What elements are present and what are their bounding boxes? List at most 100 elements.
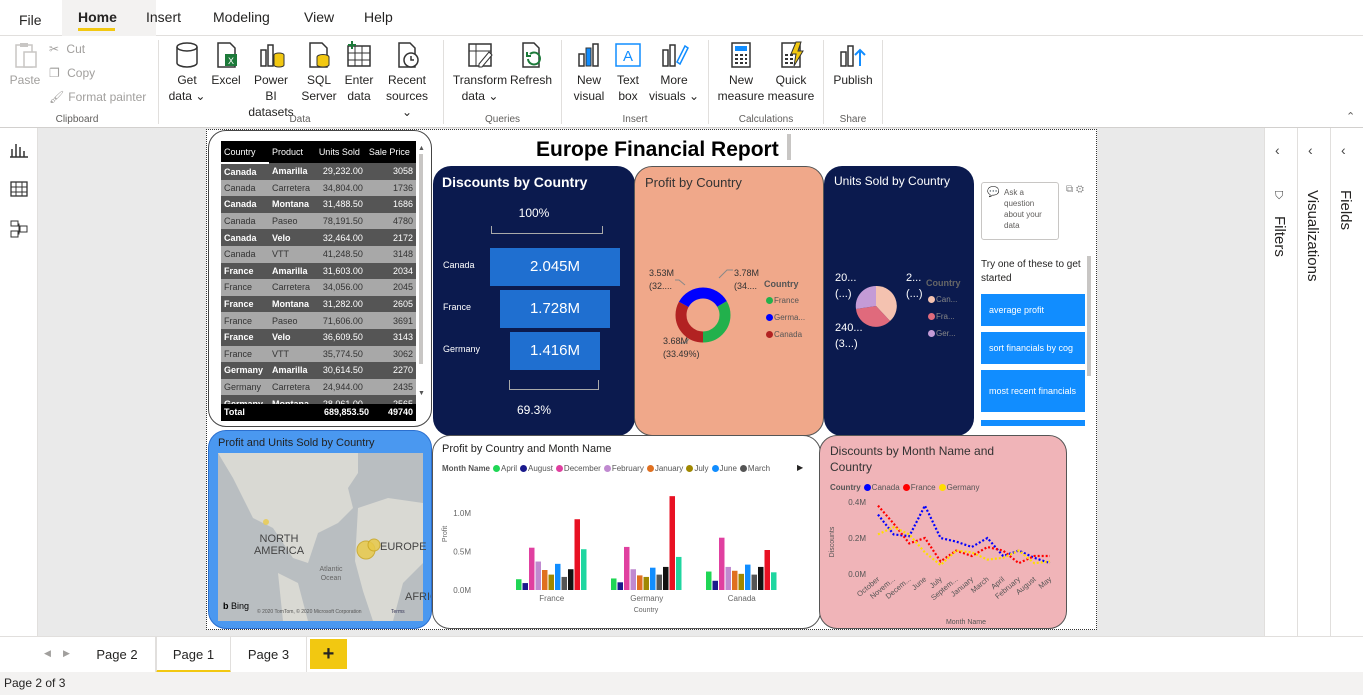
- table-row[interactable]: France Velo 36,609.50 3143: [221, 328, 416, 346]
- page-tab-1[interactable]: Page 1: [156, 637, 231, 673]
- legend-item[interactable]: France: [900, 483, 936, 492]
- table-row[interactable]: Germany Carretera 24,944.00 2435: [221, 378, 416, 396]
- profit-by-country-month-visual[interactable]: Profit by Country and Month Name Month N…: [432, 435, 821, 629]
- bar[interactable]: [764, 550, 771, 590]
- page-tab-2[interactable]: Page 2: [79, 637, 156, 673]
- fields-pane-label[interactable]: Fields: [1337, 190, 1354, 230]
- qa-suggestion-3[interactable]: most recent financials: [981, 370, 1085, 412]
- table-header-cell[interactable]: Country: [221, 141, 269, 164]
- table-header-cell[interactable]: Product: [268, 141, 316, 163]
- sql-server-button[interactable]: SQL Server: [300, 40, 338, 104]
- collapse-ribbon-icon[interactable]: ⌃: [1346, 110, 1355, 123]
- qa-suggestion-4[interactable]: [981, 420, 1085, 426]
- visualizations-pane-label[interactable]: Visualizations: [1304, 190, 1321, 281]
- bar[interactable]: [656, 574, 663, 590]
- transform-data-button[interactable]: Transform data ⌄: [452, 40, 508, 104]
- qa-suggestion-2[interactable]: sort financials by cog: [981, 332, 1085, 364]
- refresh-button[interactable]: Refresh: [510, 40, 552, 88]
- recent-sources-button[interactable]: Recent sources ⌄: [380, 40, 434, 120]
- scroll-up-icon[interactable]: ▲: [418, 145, 425, 152]
- text-box-button[interactable]: A Text box: [612, 40, 644, 104]
- report-view-icon[interactable]: [9, 140, 29, 160]
- report-title[interactable]: Europe Financial Report: [536, 138, 779, 162]
- publish-button[interactable]: Publish: [830, 40, 876, 88]
- new-measure-button[interactable]: New measure: [716, 40, 766, 104]
- tab-insert[interactable]: Insert: [146, 9, 181, 25]
- legend-item[interactable]: July: [683, 464, 709, 473]
- bar[interactable]: [745, 564, 751, 590]
- collapse-filters-icon[interactable]: ‹: [1275, 142, 1280, 158]
- funnel-bar[interactable]: 1.728M: [500, 290, 610, 328]
- bar[interactable]: [574, 519, 581, 590]
- table-row[interactable]: Canada Paseo 78,191.50 4780: [221, 212, 416, 230]
- legend-item[interactable]: August: [517, 464, 553, 473]
- units-table-visual[interactable]: Country Product Units Sold Sale Price Canad…: [208, 130, 432, 427]
- legend-item[interactable]: France: [762, 292, 805, 309]
- bar[interactable]: [738, 573, 745, 590]
- page-tab-3[interactable]: Page 3: [231, 637, 307, 673]
- bar[interactable]: [568, 569, 574, 590]
- legend-item[interactable]: June: [709, 464, 737, 473]
- table-row[interactable]: France Amarilla 31,603.00 2034: [221, 262, 416, 280]
- bar[interactable]: [630, 569, 637, 590]
- legend-item[interactable]: Can...: [924, 291, 957, 308]
- bar[interactable]: [581, 549, 587, 590]
- legend-item[interactable]: Canada: [861, 483, 900, 492]
- legend-item[interactable]: December: [553, 464, 601, 473]
- map-visual[interactable]: Profit and Units Sold by Country NORTH A…: [208, 430, 432, 629]
- next-page-icon[interactable]: ▶: [63, 648, 70, 659]
- qa-visual[interactable]: 💬 Ask a question about your data ⧉ ⚙ Try…: [977, 176, 1091, 428]
- paste-button[interactable]: Paste: [8, 40, 42, 88]
- prev-page-icon[interactable]: ◀: [44, 648, 51, 659]
- bar[interactable]: [669, 496, 676, 590]
- bar[interactable]: [555, 563, 561, 590]
- legend-item[interactable]: March: [737, 464, 770, 473]
- legend-item[interactable]: Ger...: [924, 325, 957, 342]
- model-view-icon[interactable]: [9, 219, 29, 239]
- qa-suggestion-1[interactable]: average profit: [981, 294, 1085, 326]
- legend-item[interactable]: January: [644, 464, 683, 473]
- bar[interactable]: [732, 570, 738, 590]
- table-row[interactable]: Canada VTT 41,248.50 3148: [221, 245, 416, 263]
- pie-slice-germany[interactable]: [855, 285, 876, 309]
- collapse-fields-icon[interactable]: ‹: [1341, 142, 1346, 158]
- bar[interactable]: [719, 537, 725, 590]
- bar[interactable]: [758, 566, 764, 590]
- enter-data-button[interactable]: Enter data: [342, 40, 376, 104]
- new-visual-button[interactable]: New visual: [570, 40, 608, 104]
- qa-scrollbar[interactable]: [1087, 256, 1091, 376]
- format-painter-button[interactable]: 🖌 Format painter: [49, 90, 146, 104]
- more-visuals-button[interactable]: More visuals ⌄: [648, 40, 700, 104]
- bar[interactable]: [535, 561, 542, 590]
- bar[interactable]: [650, 567, 656, 590]
- bar[interactable]: [529, 547, 535, 590]
- excel-button[interactable]: X Excel: [209, 40, 243, 88]
- table-row[interactable]: Canada Velo 32,464.00 2172: [221, 229, 416, 246]
- legend-item[interactable]: Germany: [936, 483, 980, 492]
- bar[interactable]: [725, 566, 732, 590]
- table-header-cell[interactable]: Sale Price: [365, 141, 416, 163]
- table-row[interactable]: Germany Amarilla 30,614.50 2270: [221, 362, 416, 379]
- funnel-bar[interactable]: 2.045M: [490, 248, 620, 286]
- bar[interactable]: [637, 575, 643, 590]
- tab-home-label[interactable]: Home: [78, 9, 117, 25]
- copy-button[interactable]: ❐ Copy: [49, 66, 95, 80]
- bar[interactable]: [771, 572, 777, 590]
- funnel-bar[interactable]: 1.416M: [509, 332, 600, 370]
- table-row[interactable]: France Paseo 71,606.00 3691: [221, 312, 416, 329]
- tab-modeling[interactable]: Modeling: [213, 9, 270, 25]
- table-scrollbar[interactable]: ▲ ▼: [418, 145, 425, 405]
- bar[interactable]: [561, 576, 568, 590]
- add-page-button[interactable]: +: [310, 639, 347, 669]
- units-sold-by-country-visual[interactable]: Units Sold by Country 20... (...) 2... (..…: [824, 166, 974, 436]
- table-row[interactable]: Canada Montana 31,488.50 1686: [221, 196, 416, 213]
- legend-item[interactable]: April: [490, 464, 517, 473]
- bar[interactable]: [663, 566, 669, 590]
- table-row[interactable]: France Montana 31,282.00 2605: [221, 295, 416, 313]
- file-menu[interactable]: File: [19, 12, 42, 28]
- data-view-icon[interactable]: [9, 179, 29, 199]
- tab-view[interactable]: View: [304, 9, 334, 25]
- bar[interactable]: [643, 576, 650, 590]
- bar[interactable]: [542, 570, 548, 590]
- table-header-cell[interactable]: Units Sold: [315, 141, 366, 163]
